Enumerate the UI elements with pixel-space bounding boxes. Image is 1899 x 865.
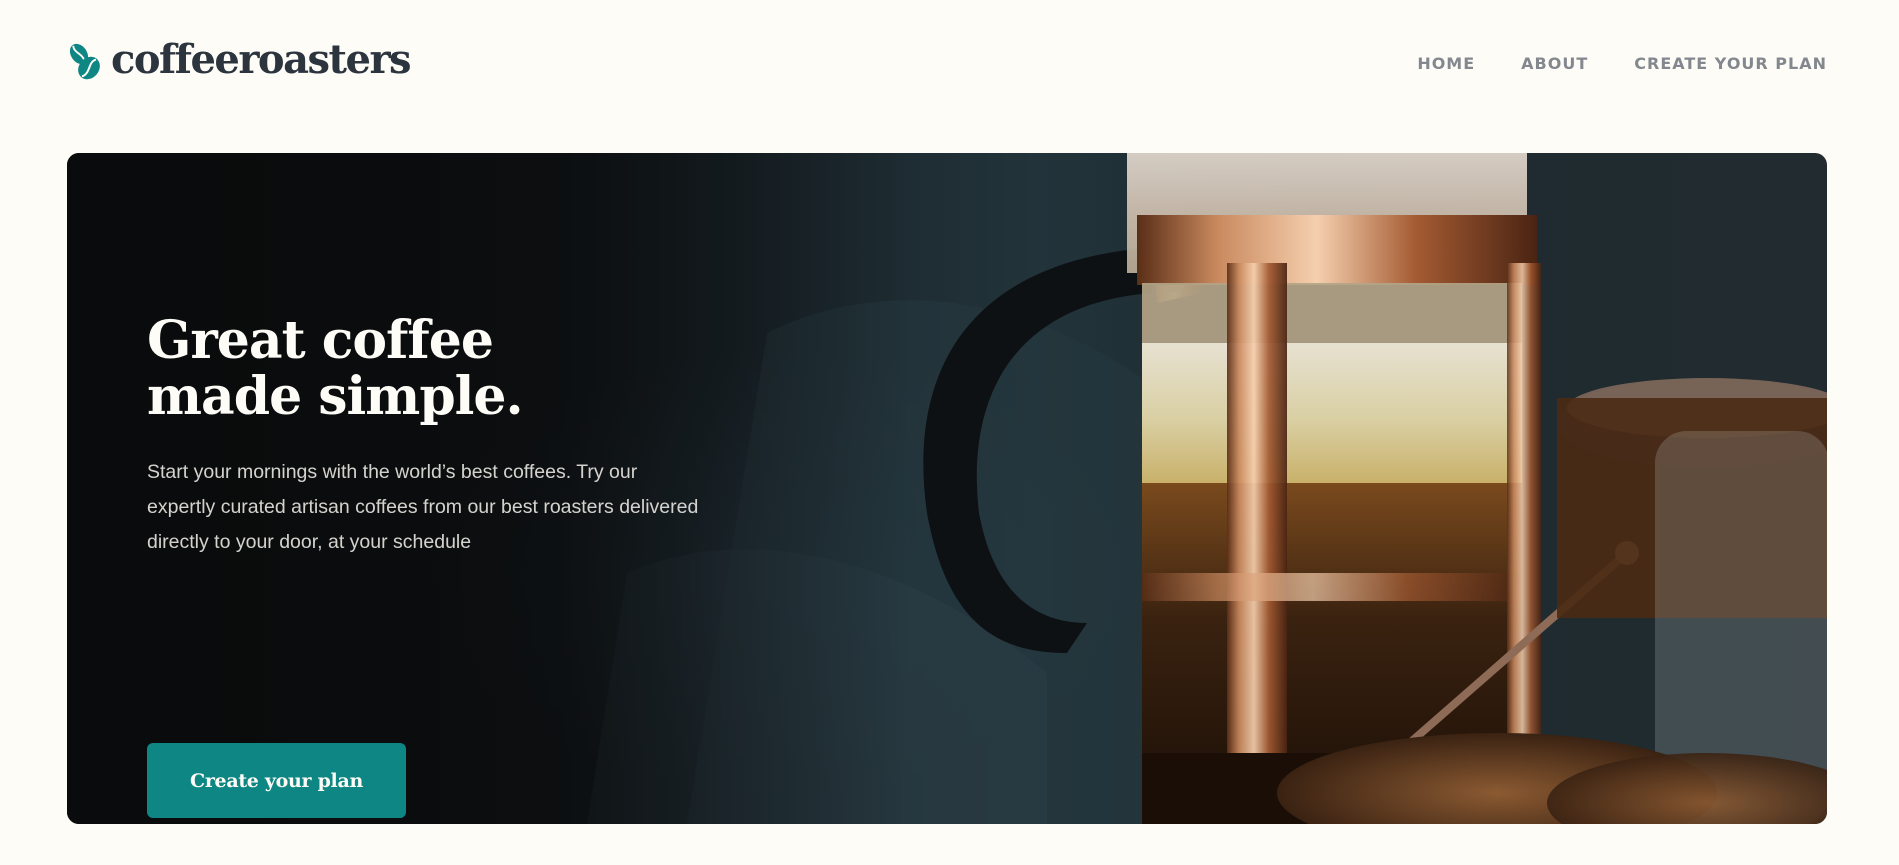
logo-link[interactable]: coffeeroasters bbox=[67, 36, 412, 83]
nav-home-link[interactable]: HOME bbox=[1417, 54, 1475, 73]
create-plan-button[interactable]: Create your plan bbox=[147, 743, 406, 818]
hero-content: Great coffee made simple. Start your mor… bbox=[147, 310, 707, 818]
site-header: coffeeroasters HOME ABOUT CREATE YOUR PL… bbox=[67, 40, 1827, 90]
coffee-bean-logo-icon bbox=[69, 43, 100, 80]
main-nav: HOME ABOUT CREATE YOUR PLAN bbox=[1417, 54, 1827, 73]
page: coffeeroasters HOME ABOUT CREATE YOUR PL… bbox=[0, 0, 1899, 865]
hero-title: Great coffee made simple. bbox=[147, 310, 524, 427]
nav-about-link[interactable]: ABOUT bbox=[1521, 54, 1588, 73]
nav-create-plan-link[interactable]: CREATE YOUR PLAN bbox=[1634, 54, 1827, 73]
logo-text: coffeeroasters bbox=[111, 36, 412, 83]
hero-section: Great coffee made simple. Start your mor… bbox=[67, 153, 1827, 824]
hero-description: Start your mornings with the world’s bes… bbox=[147, 461, 699, 553]
